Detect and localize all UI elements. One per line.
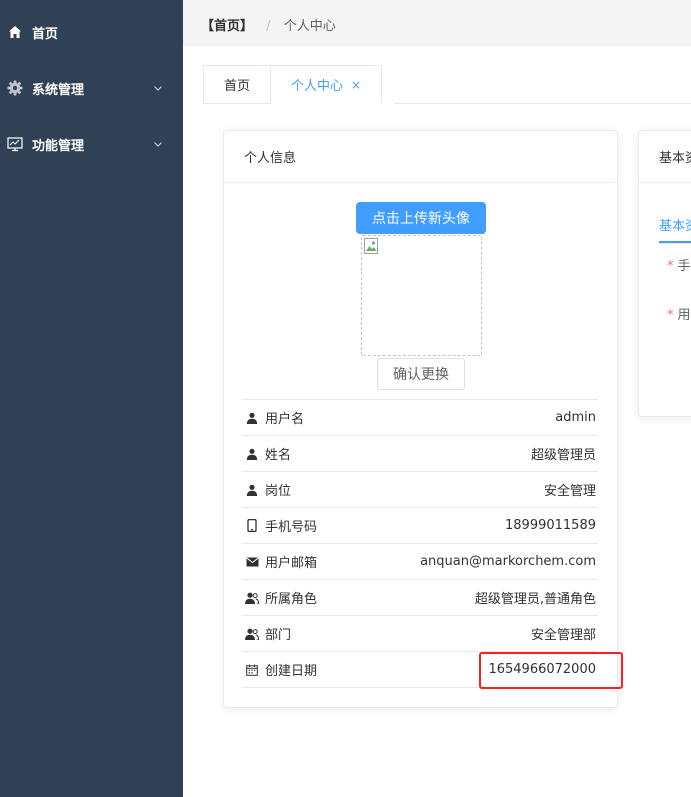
info-list: 用户名 admin 姓名 超级管理员 岗位 安全管理 手机号码 18999011… xyxy=(243,399,598,688)
info-label: 所属角色 xyxy=(265,592,318,607)
tags-view: 首页 个人中心 × xyxy=(203,65,383,104)
sidebar-item-label: 系统管理 xyxy=(32,82,85,98)
tags-divider xyxy=(394,103,691,104)
breadcrumb-current: 个人中心 xyxy=(283,19,336,34)
avatar[interactable] xyxy=(361,235,482,356)
info-label: 岗位 xyxy=(265,484,292,499)
info-label: 部门 xyxy=(265,628,292,643)
navbar: 【首页】 / 个人中心 xyxy=(183,0,691,46)
card-title: 个人信息 xyxy=(224,131,617,183)
breadcrumb-home[interactable]: 【首页】 xyxy=(201,19,253,34)
home-icon xyxy=(7,24,23,40)
tag-label: 首页 xyxy=(224,79,251,94)
info-value: anquan@markorchem.com xyxy=(420,554,596,569)
confirm-change-button[interactable]: 确认更换 xyxy=(377,358,465,390)
breadcrumb-separator: / xyxy=(266,19,271,34)
highlight-box xyxy=(479,652,623,689)
form-label-phone: *手机号码 xyxy=(667,255,691,274)
close-icon[interactable]: × xyxy=(351,78,361,92)
info-row-dept: 部门 安全管理部 xyxy=(243,616,598,652)
user-icon xyxy=(245,447,259,461)
info-value: admin xyxy=(555,410,596,425)
tag-label: 个人中心 xyxy=(291,79,344,94)
field-label: 手机号码 xyxy=(677,259,691,274)
info-row-role: 所属角色 超级管理员,普通角色 xyxy=(243,580,598,616)
info-row-username: 用户名 admin xyxy=(243,400,598,436)
sidebar-item-function[interactable]: 功能管理 xyxy=(0,116,183,172)
user-icon xyxy=(245,483,259,497)
info-label: 姓名 xyxy=(265,448,292,463)
info-value: 安全管理部 xyxy=(530,628,596,643)
info-label: 手机号码 xyxy=(265,520,318,535)
info-label: 用户名 xyxy=(265,412,305,427)
monitor-icon xyxy=(7,136,23,152)
broken-image-icon xyxy=(364,238,378,254)
phone-icon xyxy=(245,519,259,533)
breadcrumb: 【首页】 / 个人中心 xyxy=(201,15,336,34)
info-label: 用户邮箱 xyxy=(265,556,318,571)
info-value: 超级管理员 xyxy=(530,448,596,463)
group-icon xyxy=(245,591,259,605)
mail-icon xyxy=(245,555,259,569)
info-value: 18999011589 xyxy=(505,518,596,533)
upload-avatar-button[interactable]: 点击上传新头像 xyxy=(356,202,486,234)
card-title: 基本资料 xyxy=(639,131,691,183)
gear-icon xyxy=(7,80,23,96)
user-icon xyxy=(245,411,259,425)
sidebar: 首页 系统管理 功能管理 xyxy=(0,0,183,797)
info-row-phone: 手机号码 18999011589 xyxy=(243,508,598,544)
profile-card: 个人信息 点击上传新头像 确认更换 用户名 admin 姓名 超级管理员 岗位 … xyxy=(223,130,618,708)
chevron-down-icon xyxy=(154,86,162,91)
info-row-post: 岗位 安全管理 xyxy=(243,472,598,508)
sidebar-item-system[interactable]: 系统管理 xyxy=(0,60,183,116)
sidebar-item-home[interactable]: 首页 xyxy=(0,4,183,60)
field-label: 用户邮箱 xyxy=(677,308,691,323)
tab-active-bar xyxy=(659,241,691,243)
chevron-down-icon xyxy=(154,142,162,147)
tag-home[interactable]: 首页 xyxy=(203,65,271,104)
tab-baseline xyxy=(659,243,691,244)
info-label: 创建日期 xyxy=(265,664,318,679)
sidebar-item-label: 首页 xyxy=(32,26,59,42)
group-icon xyxy=(245,627,259,641)
tab-basic-info[interactable]: 基本资料 xyxy=(659,215,691,234)
sidebar-item-label: 功能管理 xyxy=(32,138,85,154)
info-value: 安全管理 xyxy=(543,484,596,499)
tag-profile[interactable]: 个人中心 × xyxy=(270,65,383,104)
info-row-email: 用户邮箱 anquan@markorchem.com xyxy=(243,544,598,580)
info-row-name: 姓名 超级管理员 xyxy=(243,436,598,472)
calendar-icon xyxy=(245,663,259,677)
basic-info-card: 基本资料 基本资料 *手机号码 *用户邮箱 xyxy=(638,130,691,417)
form-label-email: *用户邮箱 xyxy=(667,304,691,323)
info-value: 超级管理员,普通角色 xyxy=(474,592,596,607)
